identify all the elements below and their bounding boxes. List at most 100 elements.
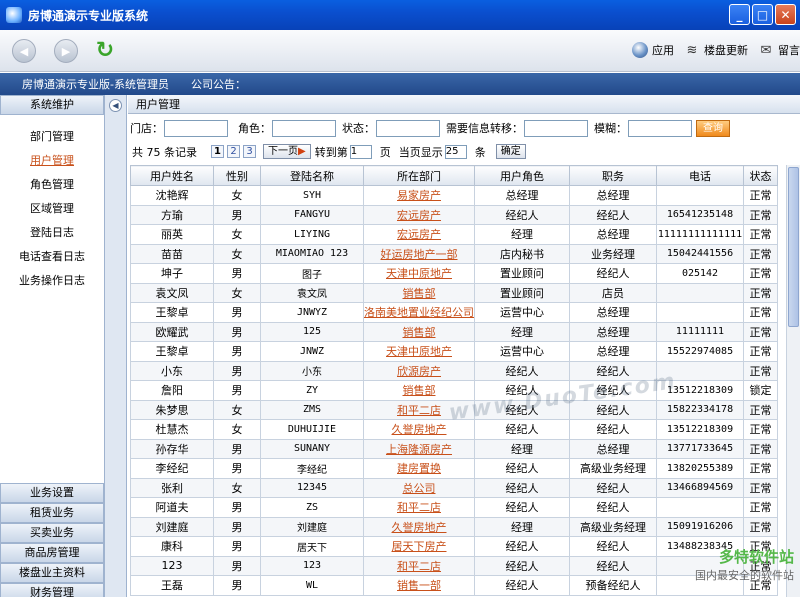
- close-button[interactable]: ✕: [775, 4, 796, 25]
- table-row[interactable]: 123 男 123 和平二店 经纪人 经纪人 正常: [130, 555, 778, 576]
- position-cell: 总经理: [569, 185, 657, 206]
- table-row[interactable]: 张利女 12345 总公司 经纪人 经纪人 13466894569 正常: [130, 477, 778, 498]
- department-link[interactable]: 销售部: [363, 321, 475, 342]
- table-row[interactable]: 阿道夫男 ZS 和平二店 经纪人 经纪人 正常: [130, 497, 778, 518]
- collapse-arrow-icon[interactable]: ◀: [109, 99, 122, 112]
- department-link[interactable]: 天津中原地产: [363, 263, 475, 284]
- store-input[interactable]: [164, 119, 228, 137]
- table-row[interactable]: 王磊男 WL 销售一部 经纪人 预备经纪人 正常: [130, 575, 778, 596]
- next-page-button[interactable]: 下一页▶: [263, 144, 311, 159]
- department-link[interactable]: 天津中原地产: [363, 341, 475, 362]
- table-row[interactable]: 詹阳男 ZY 销售部 经纪人 经纪人 13512218309 锁定: [130, 380, 778, 401]
- sidebar-item-regions[interactable]: 区域管理: [0, 197, 104, 221]
- goto-page-input[interactable]: [349, 144, 372, 159]
- status-input[interactable]: [376, 119, 440, 137]
- update-button[interactable]: ≋ 楼盘更新: [684, 42, 748, 58]
- minimize-button[interactable]: _: [729, 4, 750, 25]
- table-row[interactable]: 王黎卓男 JNWYZ 洛南美地置业经纪公司 运营中心 总经理 正常: [130, 302, 778, 323]
- role-cell: 经纪人: [474, 536, 570, 557]
- department-link[interactable]: 宏远房产: [363, 224, 475, 245]
- table-row[interactable]: 李经纪男李经纪 建房置换 经纪人 高级业务经理 13820255389 正常: [130, 458, 778, 479]
- user-name-cell: 123: [130, 555, 214, 576]
- user-name-cell: 孙存华: [130, 438, 214, 459]
- table-row[interactable]: 方瑜男 FANGYU 宏远房产 经纪人 经纪人 16541235148 正常: [130, 204, 778, 225]
- table-row[interactable]: 刘建庭男刘建庭 久誉房地产 经理 高级业务经理 15091916206 正常: [130, 516, 778, 537]
- user-table: 用户姓名 性别 登陆名称 所在部门 用户角色 职务 电话 状态 沈艳辉女 SYH 易家房产 总经理总…: [130, 165, 778, 596]
- gender-cell: 女: [213, 282, 261, 303]
- table-row[interactable]: 孙存华男 SUNANY 上海隆源房产 经理 总经理 13771733645 正常: [130, 438, 778, 459]
- table-row[interactable]: 坤子男图子 天津中原地产 置业顾问 经纪人 025142 正常: [130, 263, 778, 284]
- department-link[interactable]: 易家房产: [363, 185, 475, 206]
- sidebar-section-system[interactable]: 系统维护: [0, 95, 104, 115]
- department-link[interactable]: 和平二店: [363, 497, 475, 518]
- sidebar-item-login-log[interactable]: 登陆日志: [0, 221, 104, 245]
- goto-label: 转到第: [314, 145, 348, 159]
- forward-icon[interactable]: ▶: [54, 39, 78, 63]
- department-link[interactable]: 销售一部: [363, 575, 475, 596]
- department-link[interactable]: 久誉房地产: [363, 516, 475, 537]
- vertical-scrollbar[interactable]: [786, 165, 800, 597]
- sidebar-section-finance[interactable]: 财务管理: [0, 583, 104, 597]
- table-row[interactable]: 丽英女 LIYING 宏远房产 经理 总经理 11111111111111 正常: [130, 224, 778, 245]
- department-link[interactable]: 宏远房产: [363, 204, 475, 225]
- back-icon[interactable]: ◀: [12, 39, 36, 63]
- refresh-icon[interactable]: ↻: [93, 39, 117, 63]
- query-button[interactable]: 查询: [696, 119, 730, 137]
- phone-cell: 13771733645: [656, 438, 744, 459]
- user-name-cell: 坤子: [130, 263, 214, 284]
- sidebar-item-users[interactable]: 用户管理: [0, 149, 104, 173]
- status-cell: 正常: [743, 399, 778, 420]
- sidebar-section-trade[interactable]: 买卖业务: [0, 523, 104, 543]
- department-link[interactable]: 欣源房产: [363, 360, 475, 381]
- fuzzy-input[interactable]: [628, 119, 692, 137]
- table-row[interactable]: 苗苗女 MIAOMIAO 123 好运房地产一部 店内秘书 业务经理 1504244155…: [130, 243, 778, 264]
- table-header-row: 用户姓名 性别 登陆名称 所在部门 用户角色 职务 电话 状态: [130, 165, 778, 186]
- department-link[interactable]: 建房置换: [363, 458, 475, 479]
- department-link[interactable]: 和平二店: [363, 555, 475, 576]
- sidebar-item-operation-log[interactable]: 业务操作日志: [0, 269, 104, 293]
- table-body: 沈艳辉女 SYH 易家房产 总经理 总经理 正常 方瑜男 FANGYU 宏远房产 经纪人 经纪人 16…: [130, 185, 778, 596]
- maximize-button[interactable]: □: [752, 4, 773, 25]
- table-row[interactable]: 袁文凤女袁文凤 销售部 置业顾问 店员 正常: [130, 282, 778, 303]
- sidebar-item-departments[interactable]: 部门管理: [0, 125, 104, 149]
- store-label: 门店：: [130, 122, 163, 135]
- gender-cell: 女: [213, 477, 261, 498]
- table-row[interactable]: 欧耀武男 125 销售部 经理 总经理 11111111 正常: [130, 321, 778, 342]
- sidebar-section-business-settings[interactable]: 业务设置: [0, 483, 104, 503]
- page-link-3[interactable]: 3: [243, 145, 256, 158]
- position-cell: 店员: [569, 282, 657, 303]
- per-page-input[interactable]: [444, 144, 467, 159]
- transfer-input[interactable]: [524, 119, 588, 137]
- table-row[interactable]: 康科男居天下 居天下房产 经纪人 经纪人 13488238345 正常: [130, 536, 778, 557]
- department-link[interactable]: 上海隆源房产: [363, 438, 475, 459]
- sidebar-item-roles[interactable]: 角色管理: [0, 173, 104, 197]
- confirm-button[interactable]: 确定: [495, 144, 526, 159]
- sidebar-section-commercial[interactable]: 商品房管理: [0, 543, 104, 563]
- apply-button[interactable]: 应用: [632, 42, 674, 58]
- department-link[interactable]: 销售部: [363, 380, 475, 401]
- message-button[interactable]: ✉ 留言: [758, 42, 800, 58]
- phone-cell: 13512218309: [656, 419, 744, 440]
- department-link[interactable]: 洛南美地置业经纪公司: [363, 302, 475, 323]
- department-link[interactable]: 居天下房产: [363, 536, 475, 557]
- table-row[interactable]: 王黎卓男 JNWZ 天津中原地产 运营中心 总经理 15522974085 正常: [130, 341, 778, 362]
- department-link[interactable]: 销售部: [363, 282, 475, 303]
- page-link-1[interactable]: 1: [211, 145, 224, 158]
- user-name-cell: 丽英: [130, 224, 214, 245]
- role-input[interactable]: [272, 119, 336, 137]
- department-link[interactable]: 总公司: [363, 477, 475, 498]
- sidebar-section-owners[interactable]: 楼盘业主资料: [0, 563, 104, 583]
- sidebar-item-phone-log[interactable]: 电话查看日志: [0, 245, 104, 269]
- sidebar-section-rental[interactable]: 租赁业务: [0, 503, 104, 523]
- position-cell: 经纪人: [569, 419, 657, 440]
- page-link-2[interactable]: 2: [227, 145, 240, 158]
- table-row[interactable]: 小东男小东 欣源房产 经纪人 经纪人 正常: [130, 360, 778, 381]
- per-page-label: 当页显示: [398, 145, 443, 159]
- login-name-cell: SYH: [260, 185, 364, 206]
- table-row[interactable]: 沈艳辉女 SYH 易家房产 总经理 总经理 正常: [130, 185, 778, 206]
- department-link[interactable]: 好运房地产一部: [363, 243, 475, 264]
- status-cell: 正常: [743, 321, 778, 342]
- position-cell: 经纪人: [569, 536, 657, 557]
- role-cell: 店内秘书: [474, 243, 570, 264]
- scrollbar-thumb[interactable]: [788, 167, 799, 327]
